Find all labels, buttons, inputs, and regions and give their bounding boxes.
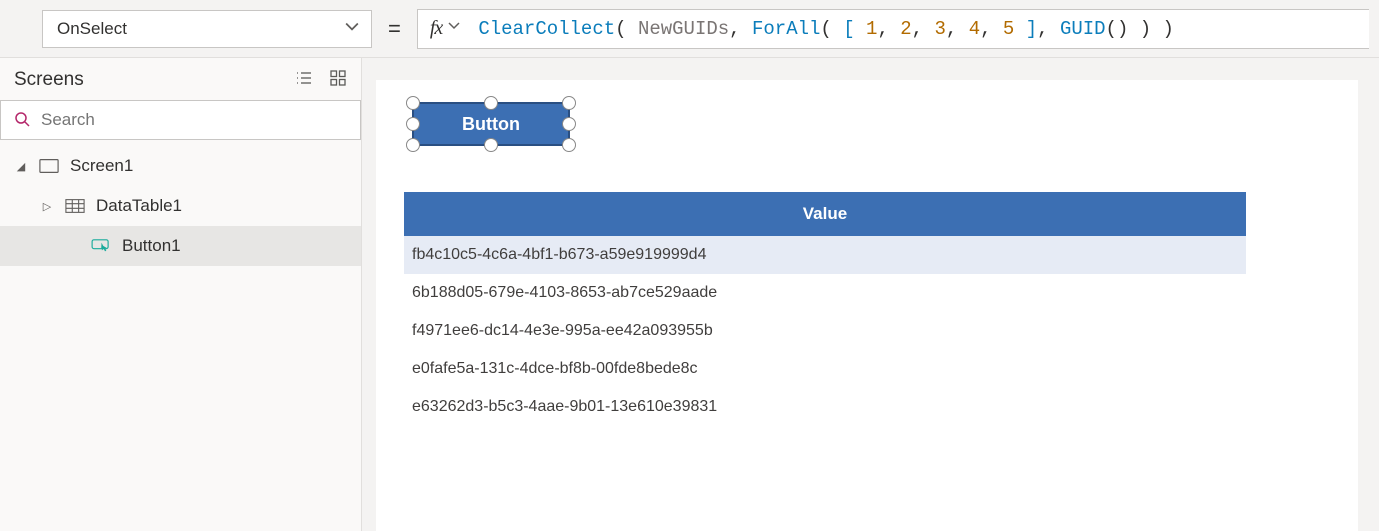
table-icon	[64, 198, 86, 214]
resize-handle[interactable]	[562, 138, 576, 152]
tree-label: DataTable1	[96, 196, 182, 216]
screen-icon	[38, 158, 60, 174]
resize-handle[interactable]	[406, 96, 420, 110]
stage[interactable]: Button Value fb4c10c5-4c6a-4bf1-b673-a59…	[376, 80, 1358, 531]
resize-handle[interactable]	[562, 117, 576, 131]
grid-icon[interactable]	[329, 69, 347, 91]
table-row[interactable]: e0fafe5a-131c-4dce-bf8b-00fde8bede8c	[404, 350, 1246, 388]
chevron-down-icon	[345, 20, 359, 37]
button-icon	[90, 238, 112, 254]
resize-handle[interactable]	[406, 117, 420, 131]
search-icon	[13, 110, 31, 131]
panel-title: Screens	[14, 69, 84, 91]
search-input-wrap[interactable]	[0, 100, 361, 140]
table-row[interactable]: f4971ee6-dc14-4e3e-995a-ee42a093955b	[404, 312, 1246, 350]
button-text: Button	[462, 114, 520, 135]
search-input[interactable]	[41, 110, 348, 130]
resize-handle[interactable]	[562, 96, 576, 110]
formula-bar: OnSelect = fx ClearCollect( NewGUIDs, Fo…	[0, 0, 1379, 58]
expand-icon[interactable]: ▷	[40, 200, 54, 213]
collapse-icon[interactable]: ◢	[14, 160, 28, 173]
resize-handle[interactable]	[406, 138, 420, 152]
canvas[interactable]: Button Value fb4c10c5-4c6a-4bf1-b673-a59…	[362, 58, 1379, 531]
table-header[interactable]: Value	[404, 192, 1246, 236]
table-row[interactable]: fb4c10c5-4c6a-4bf1-b673-a59e919999d4	[404, 236, 1246, 274]
tree-view: ◢ Screen1 ▷ DataTable1	[0, 140, 361, 266]
formula-input[interactable]: fx ClearCollect( NewGUIDs, ForAll( [ 1, …	[417, 9, 1369, 49]
formula-text[interactable]: ClearCollect( NewGUIDs, ForAll( [ 1, 2, …	[478, 18, 1174, 40]
fx-icon: fx	[430, 17, 442, 40]
tree-item-screen1[interactable]: ◢ Screen1	[0, 146, 361, 186]
canvas-datatable[interactable]: Value fb4c10c5-4c6a-4bf1-b673-a59e919999…	[404, 192, 1246, 426]
tree-label: Button1	[122, 236, 181, 256]
resize-handle[interactable]	[484, 96, 498, 110]
chevron-down-icon[interactable]	[448, 20, 460, 36]
tree-item-button1[interactable]: Button1	[0, 226, 361, 266]
tree-label: Screen1	[70, 156, 133, 176]
table-row[interactable]: 6b188d05-679e-4103-8653-ab7ce529aade	[404, 274, 1246, 312]
property-selected: OnSelect	[57, 19, 127, 39]
resize-handle[interactable]	[484, 138, 498, 152]
canvas-button[interactable]: Button	[412, 102, 570, 146]
property-dropdown[interactable]: OnSelect	[42, 10, 372, 48]
screens-panel: Screens	[0, 58, 362, 531]
equals-label: =	[384, 16, 405, 42]
table-row[interactable]: e63262d3-b5c3-4aae-9b01-13e610e39831	[404, 388, 1246, 426]
list-icon[interactable]	[295, 69, 313, 91]
tree-item-datatable1[interactable]: ▷ DataTable1	[0, 186, 361, 226]
